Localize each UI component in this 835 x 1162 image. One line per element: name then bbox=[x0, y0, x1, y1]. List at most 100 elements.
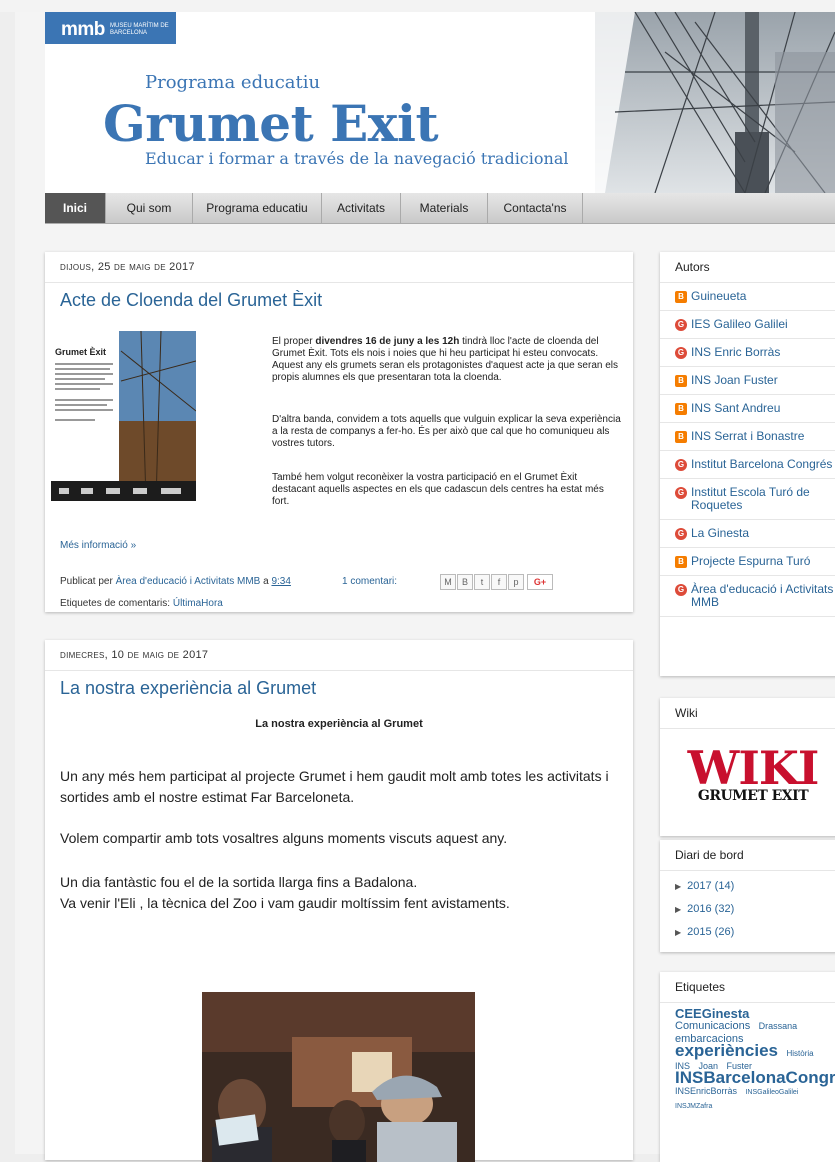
label-cloud-item[interactable]: INSEnricBorràs bbox=[675, 1086, 737, 1096]
blog-post: dijous, 25 de maig de 2017 Acte de Cloen… bbox=[45, 252, 633, 612]
label-cloud-item[interactable]: CEEGinesta bbox=[675, 1006, 749, 1021]
post-paragraph: Volem compartir amb tots vosaltres algun… bbox=[60, 830, 508, 846]
blogger-icon: B bbox=[675, 403, 687, 415]
author-name: INS Joan Fuster bbox=[691, 373, 778, 387]
author-item[interactable]: G Institut Escola Turó de Roquetes bbox=[660, 479, 835, 520]
author-item[interactable]: B INS Sant Andreu bbox=[660, 395, 835, 423]
label-cloud-item[interactable]: Drassana bbox=[759, 1021, 798, 1031]
blogger-icon: B bbox=[675, 431, 687, 443]
author-item[interactable]: B Projecte Espurna Turó bbox=[660, 548, 835, 576]
archive-year-label: 2017 (14) bbox=[687, 880, 735, 892]
author-item[interactable]: G INS Enric Borràs bbox=[660, 339, 835, 367]
logo-main-text: mmb bbox=[61, 19, 105, 40]
post-time-link[interactable]: 9:34 bbox=[271, 576, 290, 587]
widget-title: Autors bbox=[660, 252, 835, 283]
author-item[interactable]: G La Ginesta bbox=[660, 520, 835, 548]
tab-contactans[interactable]: Contacta'ns bbox=[488, 193, 583, 223]
read-more-link[interactable]: Més informació » bbox=[60, 540, 136, 551]
pinterest-share-icon[interactable]: p bbox=[508, 574, 524, 590]
google-plus-icon: G bbox=[675, 319, 687, 331]
tab-qui-som[interactable]: Qui som bbox=[106, 193, 193, 223]
top-navigation: Inici Qui som Programa educatiu Activita… bbox=[45, 193, 835, 224]
paragraph-bold-date: divendres 16 de juny a les 12h bbox=[315, 336, 460, 347]
post-date: dimecres, 10 de maig de 2017 bbox=[45, 640, 633, 671]
paragraph-text: El proper bbox=[272, 336, 316, 347]
authors-widget: Autors B Guineueta G IES Galileo Galilei G IN… bbox=[660, 252, 835, 676]
email-share-icon[interactable]: M bbox=[440, 574, 456, 590]
expand-triangle-icon[interactable]: ▶ bbox=[675, 905, 681, 914]
poster-title: Grumet Èxit bbox=[55, 347, 106, 357]
post-author-link[interactable]: Àrea d'educació i Activitats MMB bbox=[116, 576, 261, 587]
author-item[interactable]: B Guineueta bbox=[660, 283, 835, 311]
post-footer-author: Publicat per Àrea d'educació i Activitat… bbox=[60, 576, 291, 587]
students-on-boat-photo[interactable] bbox=[202, 992, 475, 1162]
expand-triangle-icon[interactable]: ▶ bbox=[675, 882, 681, 891]
post-date: dijous, 25 de maig de 2017 bbox=[45, 252, 633, 283]
archive-year-label: 2015 (26) bbox=[687, 926, 735, 938]
blogger-icon: B bbox=[675, 291, 687, 303]
author-item[interactable]: G IES Galileo Galilei bbox=[660, 311, 835, 339]
author-item[interactable]: G Àrea d'educació i Activitats MMB bbox=[660, 576, 835, 617]
label-cloud-item[interactable]: experiències bbox=[675, 1041, 778, 1060]
author-name: Àrea d'educació i Activitats MMB bbox=[691, 582, 834, 609]
blogger-icon: B bbox=[675, 375, 687, 387]
label-cloud-item[interactable]: INSJMZafra bbox=[675, 1103, 712, 1110]
author-name: INS Serrat i Bonastre bbox=[691, 429, 805, 443]
ship-rigging-photo bbox=[595, 12, 835, 193]
twitter-share-icon[interactable]: t bbox=[474, 574, 490, 590]
label-cloud: CEEGinesta Comunicacions Drassana embarc… bbox=[675, 1006, 835, 1112]
tab-inici[interactable]: Inici bbox=[45, 193, 106, 223]
author-item[interactable]: G Institut Barcelona Congrés bbox=[660, 451, 835, 479]
author-name: La Ginesta bbox=[691, 526, 750, 540]
author-name: INS Sant Andreu bbox=[691, 401, 781, 415]
widget-title: Etiquetes bbox=[660, 972, 835, 1003]
facebook-share-icon[interactable]: f bbox=[491, 574, 507, 590]
comments-link[interactable]: 1 comentari: bbox=[342, 576, 397, 587]
paragraph-line: Un dia fantàstic fou el de la sortida ll… bbox=[60, 874, 418, 890]
archive-year-2017[interactable]: ▶ 2017 (14) bbox=[660, 875, 835, 898]
wiki-logo[interactable]: WIKI GRUMET EXIT bbox=[673, 741, 833, 804]
blog-this-icon[interactable]: B bbox=[457, 574, 473, 590]
google-plus-icon: G bbox=[675, 487, 687, 499]
post-paragraph: D'altra banda, convidem a tots aquells q… bbox=[272, 414, 621, 449]
blog-header: mmb MUSEU MARÍTIM DE BARCELONA Programa … bbox=[45, 12, 835, 193]
archive-list: ▶ 2017 (14) ▶ 2016 (32) ▶ 2015 (26) bbox=[660, 871, 835, 944]
label-cloud-item[interactable]: INSGalileoGalilei bbox=[745, 1089, 798, 1096]
google-plus-share-icon[interactable]: G+ bbox=[527, 574, 553, 590]
authors-list: B Guineueta G IES Galileo Galilei G INS Enric… bbox=[660, 283, 835, 617]
tab-activitats[interactable]: Activitats bbox=[322, 193, 401, 223]
wiki-widget: Wiki WIKI GRUMET EXIT bbox=[660, 698, 835, 836]
post-title[interactable]: La nostra experiència al Grumet bbox=[60, 678, 316, 699]
widget-title: Diari de bord bbox=[660, 840, 835, 871]
author-item[interactable]: B INS Serrat i Bonastre bbox=[660, 423, 835, 451]
archive-widget: Diari de bord ▶ 2017 (14) ▶ 2016 (32) ▶ 201… bbox=[660, 840, 835, 952]
post-title[interactable]: Acte de Cloenda del Grumet Èxit bbox=[60, 290, 322, 311]
cloenda-poster-image[interactable]: Grumet Èxit bbox=[51, 331, 196, 501]
archive-year-2016[interactable]: ▶ 2016 (32) bbox=[660, 898, 835, 921]
at-label: a bbox=[263, 576, 269, 587]
expand-triangle-icon[interactable]: ▶ bbox=[675, 928, 681, 937]
label-cloud-item[interactable]: Comunicacions bbox=[675, 1020, 750, 1032]
header-pretitle: Programa educatiu bbox=[145, 72, 321, 93]
blog-title[interactable]: Grumet Exit bbox=[103, 96, 439, 152]
label-cloud-item[interactable]: Història bbox=[786, 1049, 813, 1058]
tab-programa-educatiu[interactable]: Programa educatiu bbox=[193, 193, 322, 223]
post-paragraph: Un any més hem participat al projecte Gr… bbox=[60, 768, 609, 805]
author-item[interactable]: B INS Joan Fuster bbox=[660, 367, 835, 395]
google-plus-icon: G bbox=[675, 347, 687, 359]
post-labels: Etiquetes de comentaris: ÚltimaHora bbox=[60, 598, 223, 609]
google-plus-icon: G bbox=[675, 528, 687, 540]
label-cloud-item[interactable]: INSBarcelonaCongrés bbox=[675, 1068, 835, 1087]
share-buttons: MBtfp bbox=[440, 574, 524, 590]
blogger-icon: B bbox=[675, 556, 687, 568]
paragraph-line: Va venir l'Eli , la tècnica del Zoo i va… bbox=[60, 895, 510, 911]
mmb-logo[interactable]: mmb MUSEU MARÍTIM DE BARCELONA bbox=[45, 12, 176, 44]
author-name: IES Galileo Galilei bbox=[691, 317, 788, 331]
label-link[interactable]: ÚltimaHora bbox=[173, 598, 223, 609]
post-paragraph: Un dia fantàstic fou el de la sortida ll… bbox=[60, 872, 620, 914]
published-by-label: Publicat per bbox=[60, 576, 113, 587]
wiki-logo-word: WIKI bbox=[687, 741, 820, 795]
tab-materials[interactable]: Materials bbox=[401, 193, 488, 223]
author-name: Guineueta bbox=[691, 289, 747, 303]
archive-year-2015[interactable]: ▶ 2015 (26) bbox=[660, 921, 835, 944]
